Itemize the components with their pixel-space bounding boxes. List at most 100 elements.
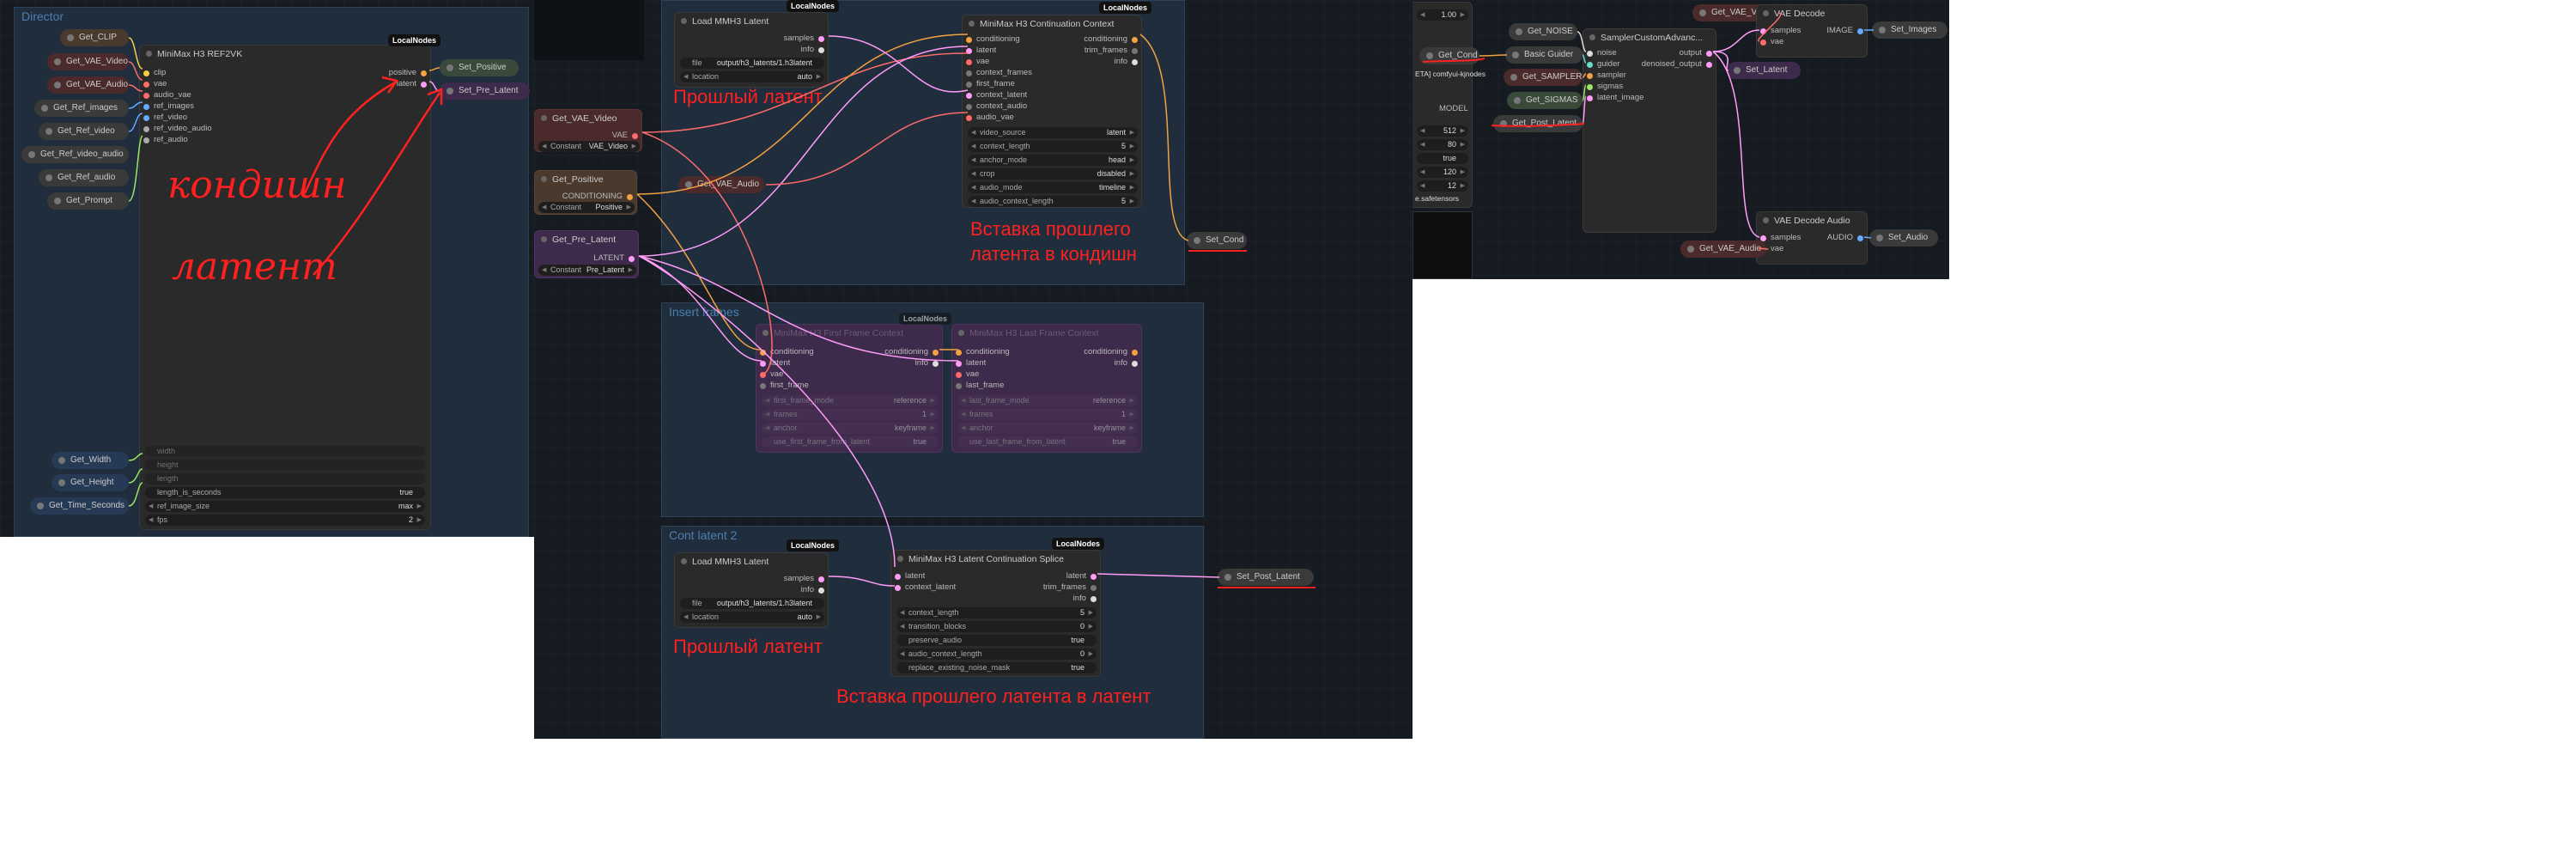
set-positive-node[interactable]: Set_Positive	[440, 59, 519, 76]
output-port-info[interactable]: info	[1115, 358, 1138, 368]
input-port-context-audio[interactable]: context_audio	[966, 101, 1027, 111]
output-port-latent[interactable]: LATENT	[593, 253, 635, 263]
canvas-middle[interactable]: Insert frames Cont latent 2 Get_VAE_Vide…	[534, 0, 1413, 739]
widget-audio-context-length[interactable]: audio_context_length0	[896, 649, 1097, 660]
output-port-conditioning[interactable]: conditioning	[1084, 34, 1138, 44]
input-port-latent-image[interactable]: latent_image	[1587, 93, 1643, 102]
widget-value-80[interactable]: 80	[1417, 139, 1468, 150]
widget-value-120[interactable]: 120	[1417, 167, 1468, 178]
output-port-info[interactable]: info	[801, 585, 824, 594]
output-port-samples[interactable]: samples	[784, 34, 824, 43]
get-ref-video-audio-node[interactable]: Get_Ref_video_audio	[21, 146, 129, 163]
input-port-ref-audio[interactable]: ref_audio	[143, 135, 188, 144]
get-clip-node[interactable]: Get_CLIP	[60, 29, 129, 46]
output-port-samples[interactable]: samples	[784, 574, 824, 583]
get-cond-node[interactable]: Get_Cond	[1419, 47, 1479, 64]
input-port-latent[interactable]: latent	[966, 46, 996, 55]
output-port-conditioning[interactable]: conditioning	[1084, 347, 1138, 356]
get-height-node[interactable]: Get_Height	[52, 474, 129, 491]
last-frame-context-node[interactable]: MiniMax H3 Last Frame Context conditioni…	[951, 324, 1142, 453]
widget-value-1[interactable]: 1.00	[1417, 9, 1468, 21]
output-port-audio[interactable]: AUDIO	[1827, 233, 1863, 242]
input-port-vae[interactable]: vae	[966, 57, 989, 66]
load-latent-node-2[interactable]: Load MMH3 Latent samples info file output…	[674, 552, 829, 628]
input-port-latent[interactable]: latent	[956, 358, 986, 368]
widget-location[interactable]: locationauto	[680, 71, 824, 82]
set-pre-latent-node[interactable]: Set_Pre_Latent	[440, 82, 530, 100]
input-port-first-frame[interactable]: first_frame	[760, 381, 809, 390]
set-audio-node[interactable]: Set_Audio	[1869, 229, 1938, 247]
latent-splice-node[interactable]: MiniMax H3 Latent Continuation Splice la…	[890, 550, 1101, 677]
output-port-latent[interactable]: latent	[397, 79, 427, 88]
output-port-conditioning[interactable]: conditioning	[884, 347, 939, 356]
continuation-context-node[interactable]: MiniMax H3 Continuation Context conditio…	[962, 15, 1142, 208]
get-vae-audio-node[interactable]: Get_VAE_Audio	[678, 176, 764, 193]
get-vae-video-node[interactable]: Get_VAE_Video	[47, 53, 129, 70]
get-vae-audio-node[interactable]: Get_VAE_Audio	[1680, 241, 1766, 258]
vae-decode-node[interactable]: VAE Decode samples vae IMAGE	[1756, 4, 1868, 58]
input-port-guider[interactable]: guider	[1587, 59, 1619, 69]
widget-value-true[interactable]: true	[1417, 153, 1468, 164]
widget-height[interactable]: height	[145, 460, 425, 471]
canvas-director[interactable]: Director Get_CLIP Get_VAE_Video Get_VAE_…	[0, 0, 534, 537]
output-port-latent[interactable]: latent	[1066, 571, 1097, 581]
widget-audio-mode[interactable]: audio_modetimeline	[968, 182, 1138, 193]
canvas-sampler[interactable]: 1.00 ETA] comfyui-kjnodes MODEL 512 80 t…	[1413, 0, 1949, 279]
output-port-info[interactable]: info	[1115, 57, 1138, 66]
input-port-latent[interactable]: latent	[895, 571, 925, 581]
sampler-custom-advanced-node[interactable]: SamplerCustomAdvanc... noise guider samp…	[1583, 28, 1716, 233]
get-vae-audio-node[interactable]: Get_VAE_Audio	[47, 76, 129, 94]
widget-transition-blocks[interactable]: transition_blocks0	[896, 621, 1097, 632]
widget-last-frame-mode[interactable]: last_frame_modereference	[957, 395, 1138, 406]
input-port-context-latent[interactable]: context_latent	[966, 90, 1027, 100]
get-post-latent-node[interactable]: Get_Post_Latent	[1493, 115, 1583, 132]
get-positive-node[interactable]: Get_Positive CONDITIONING ConstantPositi…	[534, 170, 637, 215]
widget-constant[interactable]: ConstantVAE_Video	[538, 141, 640, 152]
input-port-ref-video-audio[interactable]: ref_video_audio	[143, 124, 212, 133]
widget-constant[interactable]: ConstantPre_Latent	[538, 265, 636, 276]
widget-value-12[interactable]: 12	[1417, 180, 1468, 192]
set-post-latent-node[interactable]: Set_Post_Latent	[1218, 569, 1314, 586]
output-port-info[interactable]: info	[801, 45, 824, 54]
widget-file[interactable]: file output/h3_latents/1.h3latent	[680, 598, 824, 609]
widget-anchor[interactable]: anchorkeyframe	[957, 423, 1138, 434]
input-port-vae[interactable]: vae	[143, 79, 167, 88]
output-port-denoised-output[interactable]: denoised_output	[1642, 59, 1712, 69]
output-port-output[interactable]: output	[1680, 48, 1712, 58]
get-ref-images-node[interactable]: Get_Ref_images	[34, 100, 129, 117]
widget-context-length[interactable]: context_length5	[968, 141, 1138, 152]
input-port-audio-vae[interactable]: audio_vae	[143, 90, 191, 100]
widget-first-frame-mode[interactable]: first_frame_modereference	[762, 395, 939, 406]
widget-use-first-frame[interactable]: use_first_frame_from_latent true	[762, 436, 939, 448]
widget-value-512[interactable]: 512	[1417, 125, 1468, 137]
input-port-context-frames[interactable]: context_frames	[966, 68, 1032, 77]
set-latent-node[interactable]: Set_Latent	[1727, 62, 1801, 79]
input-port-audio-vae[interactable]: audio_vae	[966, 113, 1014, 122]
input-port-latent[interactable]: latent	[760, 358, 790, 368]
output-port-info[interactable]: info	[1073, 594, 1097, 603]
widget-frames[interactable]: frames1	[762, 409, 939, 420]
output-port-vae[interactable]: VAE	[612, 131, 638, 140]
set-images-node[interactable]: Set_Images	[1872, 21, 1947, 39]
input-port-samples[interactable]: samples	[1760, 26, 1801, 35]
output-port-trim-frames[interactable]: trim_frames	[1043, 582, 1097, 592]
input-port-ref-video[interactable]: ref_video	[143, 113, 187, 122]
basic-guider-node[interactable]: Basic Guider	[1505, 46, 1583, 64]
get-sigmas-node[interactable]: Get_SIGMAS	[1507, 92, 1583, 109]
input-port-ref-images[interactable]: ref_images	[143, 101, 194, 111]
get-noise-node[interactable]: Get_NOISE	[1509, 23, 1577, 40]
get-width-node[interactable]: Get_Width	[52, 452, 129, 469]
input-port-vae[interactable]: vae	[956, 369, 979, 379]
input-port-vae[interactable]: vae	[760, 369, 783, 379]
input-port-sigmas[interactable]: sigmas	[1587, 82, 1623, 91]
get-pre-latent-node[interactable]: Get_Pre_Latent LATENT ConstantPre_Latent	[534, 230, 639, 278]
input-port-sampler[interactable]: sampler	[1587, 70, 1626, 80]
widget-ref-image-size[interactable]: ref_image_sizemax	[145, 501, 425, 512]
set-cond-node[interactable]: Set_Cond	[1187, 232, 1247, 249]
load-latent-node-1[interactable]: Load MMH3 Latent samples info file output…	[674, 12, 829, 88]
output-port-info[interactable]: info	[915, 358, 939, 368]
widget-use-last-frame[interactable]: use_last_frame_from_latent true	[957, 436, 1138, 448]
widget-audio-context-length[interactable]: audio_context_length5	[968, 196, 1138, 207]
widget-frames[interactable]: frames1	[957, 409, 1138, 420]
first-frame-context-node[interactable]: MiniMax H3 First Frame Context condition…	[756, 324, 943, 453]
